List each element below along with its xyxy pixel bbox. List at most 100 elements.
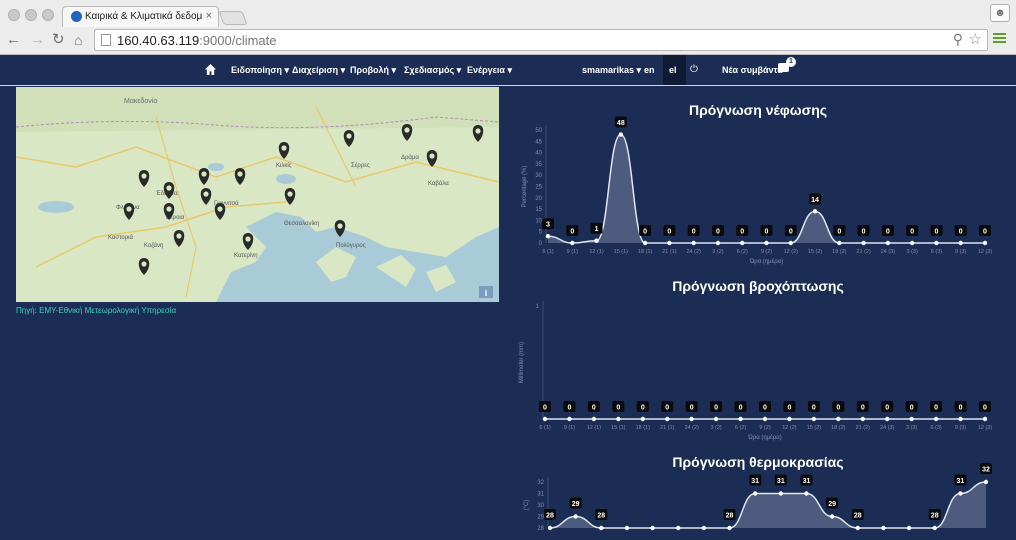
data-point[interactable] <box>567 416 572 422</box>
data-label: 28 <box>597 513 605 520</box>
data-point[interactable] <box>811 416 817 422</box>
bookmark-star-icon[interactable]: ☆ <box>969 30 982 48</box>
minimize-window-icon[interactable] <box>25 9 37 21</box>
forward-icon[interactable]: → <box>30 32 45 48</box>
home-page-icon[interactable]: ⌂ <box>74 32 82 48</box>
map-label: Μακεδονία <box>124 97 157 105</box>
data-point[interactable] <box>665 416 670 422</box>
data-point[interactable] <box>764 240 769 246</box>
data-point[interactable] <box>788 240 793 246</box>
data-point[interactable] <box>752 491 758 496</box>
data-point[interactable] <box>860 416 865 422</box>
data-point[interactable] <box>640 416 645 422</box>
rain-forecast-chart: Πρόγνωση βροχόπτωσης 1 Millimeter (mm) 0 0 0… <box>508 276 1008 446</box>
data-point[interactable] <box>909 240 915 246</box>
x-tick-label: 18 (2) <box>832 249 847 255</box>
data-point[interactable] <box>542 416 548 422</box>
map-label: Καστοριά <box>108 234 133 241</box>
data-point[interactable] <box>861 240 866 246</box>
data-point[interactable] <box>740 240 745 246</box>
data-point[interactable] <box>983 479 989 485</box>
map-canvas[interactable]: Μακεδονία Κοζάνη Κατερίνη Κιλκίς Σέρρες … <box>16 87 499 302</box>
address-bar[interactable]: 160.40.63.119:9000/climate ⚲ ☆ <box>94 29 988 51</box>
data-point[interactable] <box>906 525 912 531</box>
new-tab-button[interactable] <box>218 11 248 25</box>
data-point[interactable] <box>958 416 963 422</box>
browser-tab[interactable]: Καιρικά & Κλιματικά δεδομ × <box>62 6 219 27</box>
home-icon[interactable] <box>205 64 216 75</box>
data-point[interactable] <box>909 416 914 422</box>
data-source-credit: Πηγή: ΕΜΥ-Εθνική Μετεωρολογική Υπηρεσία <box>16 306 177 315</box>
data-point[interactable] <box>932 525 937 531</box>
data-point[interactable] <box>804 491 809 496</box>
data-point[interactable] <box>547 525 553 531</box>
data-point[interactable] <box>727 525 732 531</box>
data-point[interactable] <box>573 514 578 519</box>
data-point[interactable] <box>570 240 575 246</box>
data-point[interactable] <box>982 240 988 246</box>
data-point[interactable] <box>881 525 886 531</box>
data-point[interactable] <box>812 209 818 214</box>
data-point[interactable] <box>855 525 860 531</box>
data-point[interactable] <box>715 240 721 246</box>
url-host: 160.40.63.119 <box>117 33 200 48</box>
data-point[interactable] <box>545 234 551 239</box>
data-point[interactable] <box>642 240 648 246</box>
pin-dot <box>281 145 287 151</box>
data-point[interactable] <box>958 240 963 246</box>
data-point[interactable] <box>787 416 792 422</box>
pin-dot <box>141 173 147 179</box>
data-point[interactable] <box>650 525 655 531</box>
nav-energy-menu[interactable]: Ενέργεια ▾ <box>467 65 512 76</box>
y-tick-label: 0 <box>539 241 543 247</box>
data-point[interactable] <box>933 416 939 422</box>
data-point[interactable] <box>958 491 963 496</box>
nav-view-menu[interactable]: Προβολή ▾ <box>350 65 396 76</box>
zoom-icon[interactable]: ⚲ <box>953 31 963 48</box>
data-point[interactable] <box>689 416 694 422</box>
x-tick-label: 9 (3) <box>955 249 966 255</box>
browser-menu-icon[interactable] <box>993 33 1006 44</box>
data-point[interactable] <box>778 491 784 496</box>
data-point[interactable] <box>624 525 630 531</box>
data-point[interactable] <box>691 240 696 246</box>
profile-icon[interactable]: ☻ <box>990 4 1010 22</box>
data-point[interactable] <box>591 416 597 422</box>
data-point[interactable] <box>676 525 681 531</box>
app-navbar: Ειδοποίηση ▾ Διαχείριση ▾ Προβολή ▾ Σχεδ… <box>0 55 1016 86</box>
nav-management-menu[interactable]: Διαχείριση ▾ <box>292 65 345 76</box>
data-point[interactable] <box>885 416 890 422</box>
data-point[interactable] <box>762 416 768 422</box>
tab-close-icon[interactable]: × <box>206 10 212 22</box>
data-point[interactable] <box>885 240 891 246</box>
back-icon[interactable]: ← <box>6 32 21 48</box>
user-menu[interactable]: smamarikas ▾ <box>582 65 641 76</box>
weather-station-map[interactable]: Μακεδονία Κοζάνη Κατερίνη Κιλκίς Σέρρες … <box>16 87 499 302</box>
data-point[interactable] <box>594 238 599 243</box>
data-point[interactable] <box>616 416 621 422</box>
data-point[interactable] <box>829 514 835 519</box>
maximize-window-icon[interactable] <box>42 9 54 21</box>
data-point[interactable] <box>738 416 743 422</box>
data-point[interactable] <box>618 132 624 137</box>
x-tick-label: 21 (1) <box>662 249 677 255</box>
nav-alerts-menu[interactable]: Ειδοποίηση ▾ <box>231 65 289 76</box>
reload-icon[interactable]: ↻ <box>52 32 65 48</box>
close-window-icon[interactable] <box>8 9 20 21</box>
data-point[interactable] <box>934 240 939 246</box>
language-el-label[interactable]: el <box>669 65 677 75</box>
language-en[interactable]: en <box>644 65 655 75</box>
data-point[interactable] <box>701 525 707 531</box>
data-point[interactable] <box>599 525 604 531</box>
x-tick-label: 3 (2) <box>712 249 723 255</box>
x-tick-label: 18 (1) <box>638 249 653 255</box>
power-icon[interactable]: ⏻ <box>690 64 698 75</box>
data-point[interactable] <box>836 416 841 422</box>
y-tick-label: 40 <box>535 151 542 157</box>
nav-planning-menu[interactable]: Σχεδιασμός ▾ <box>404 65 461 76</box>
data-point[interactable] <box>667 240 672 246</box>
data-point[interactable] <box>837 240 842 246</box>
data-point[interactable] <box>982 416 988 422</box>
data-point[interactable] <box>713 416 719 422</box>
new-events-link[interactable]: Νέα συμβάντα <box>722 65 783 75</box>
